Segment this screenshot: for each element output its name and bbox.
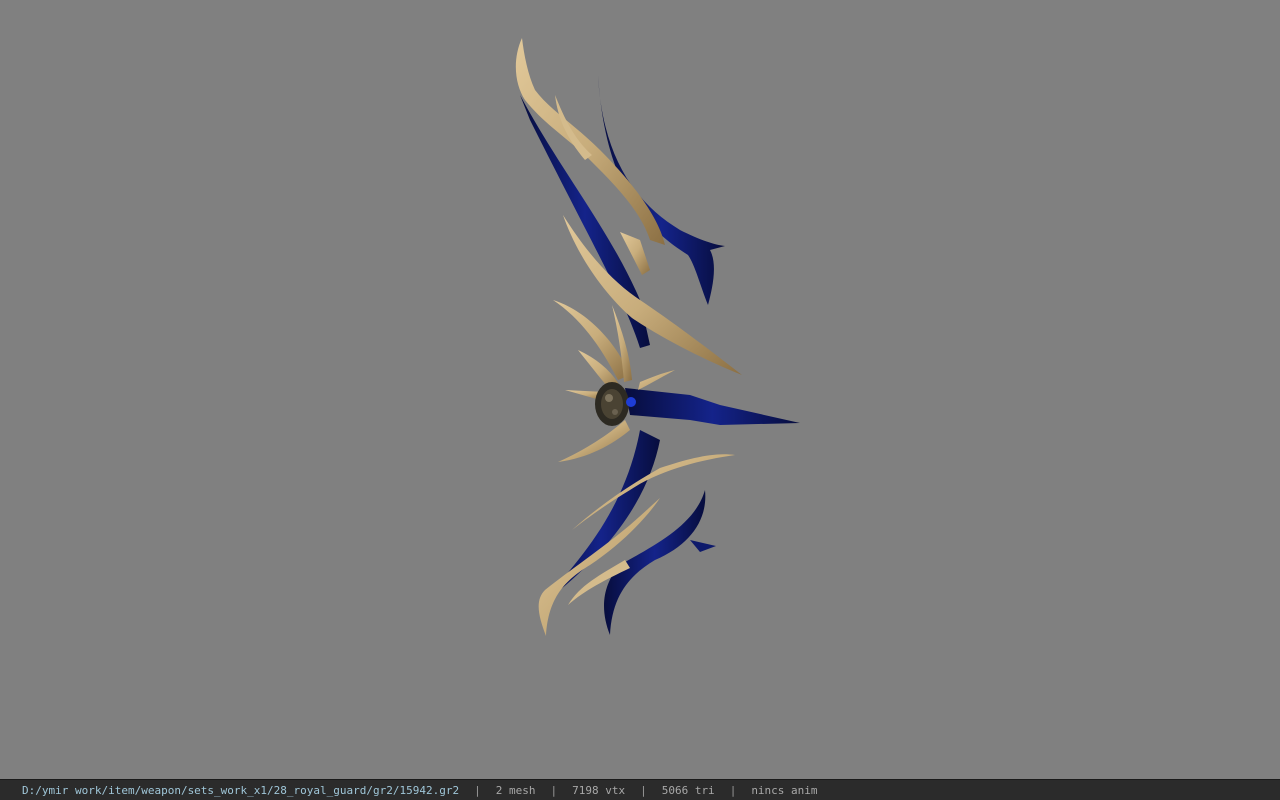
- status-bar: D:/ymir work/item/weapon/sets_work_x1/28…: [0, 779, 1280, 800]
- 3d-viewport[interactable]: [0, 0, 1280, 779]
- model-file-path: D:/ymir work/item/weapon/sets_work_x1/28…: [22, 783, 460, 797]
- center-blade: [625, 388, 800, 425]
- separator: |: [729, 783, 737, 797]
- vertex-count: 7198 vtx: [572, 783, 626, 797]
- separator: |: [550, 783, 558, 797]
- separator: |: [640, 783, 647, 797]
- animation-status: nincs anim: [751, 783, 818, 797]
- separator: |: [474, 783, 481, 797]
- triangle-count: 5066 tri: [661, 783, 715, 797]
- bow-model: [515, 38, 800, 636]
- mesh-count: 2 mesh: [495, 783, 536, 797]
- lower-gold-spike: [572, 454, 735, 530]
